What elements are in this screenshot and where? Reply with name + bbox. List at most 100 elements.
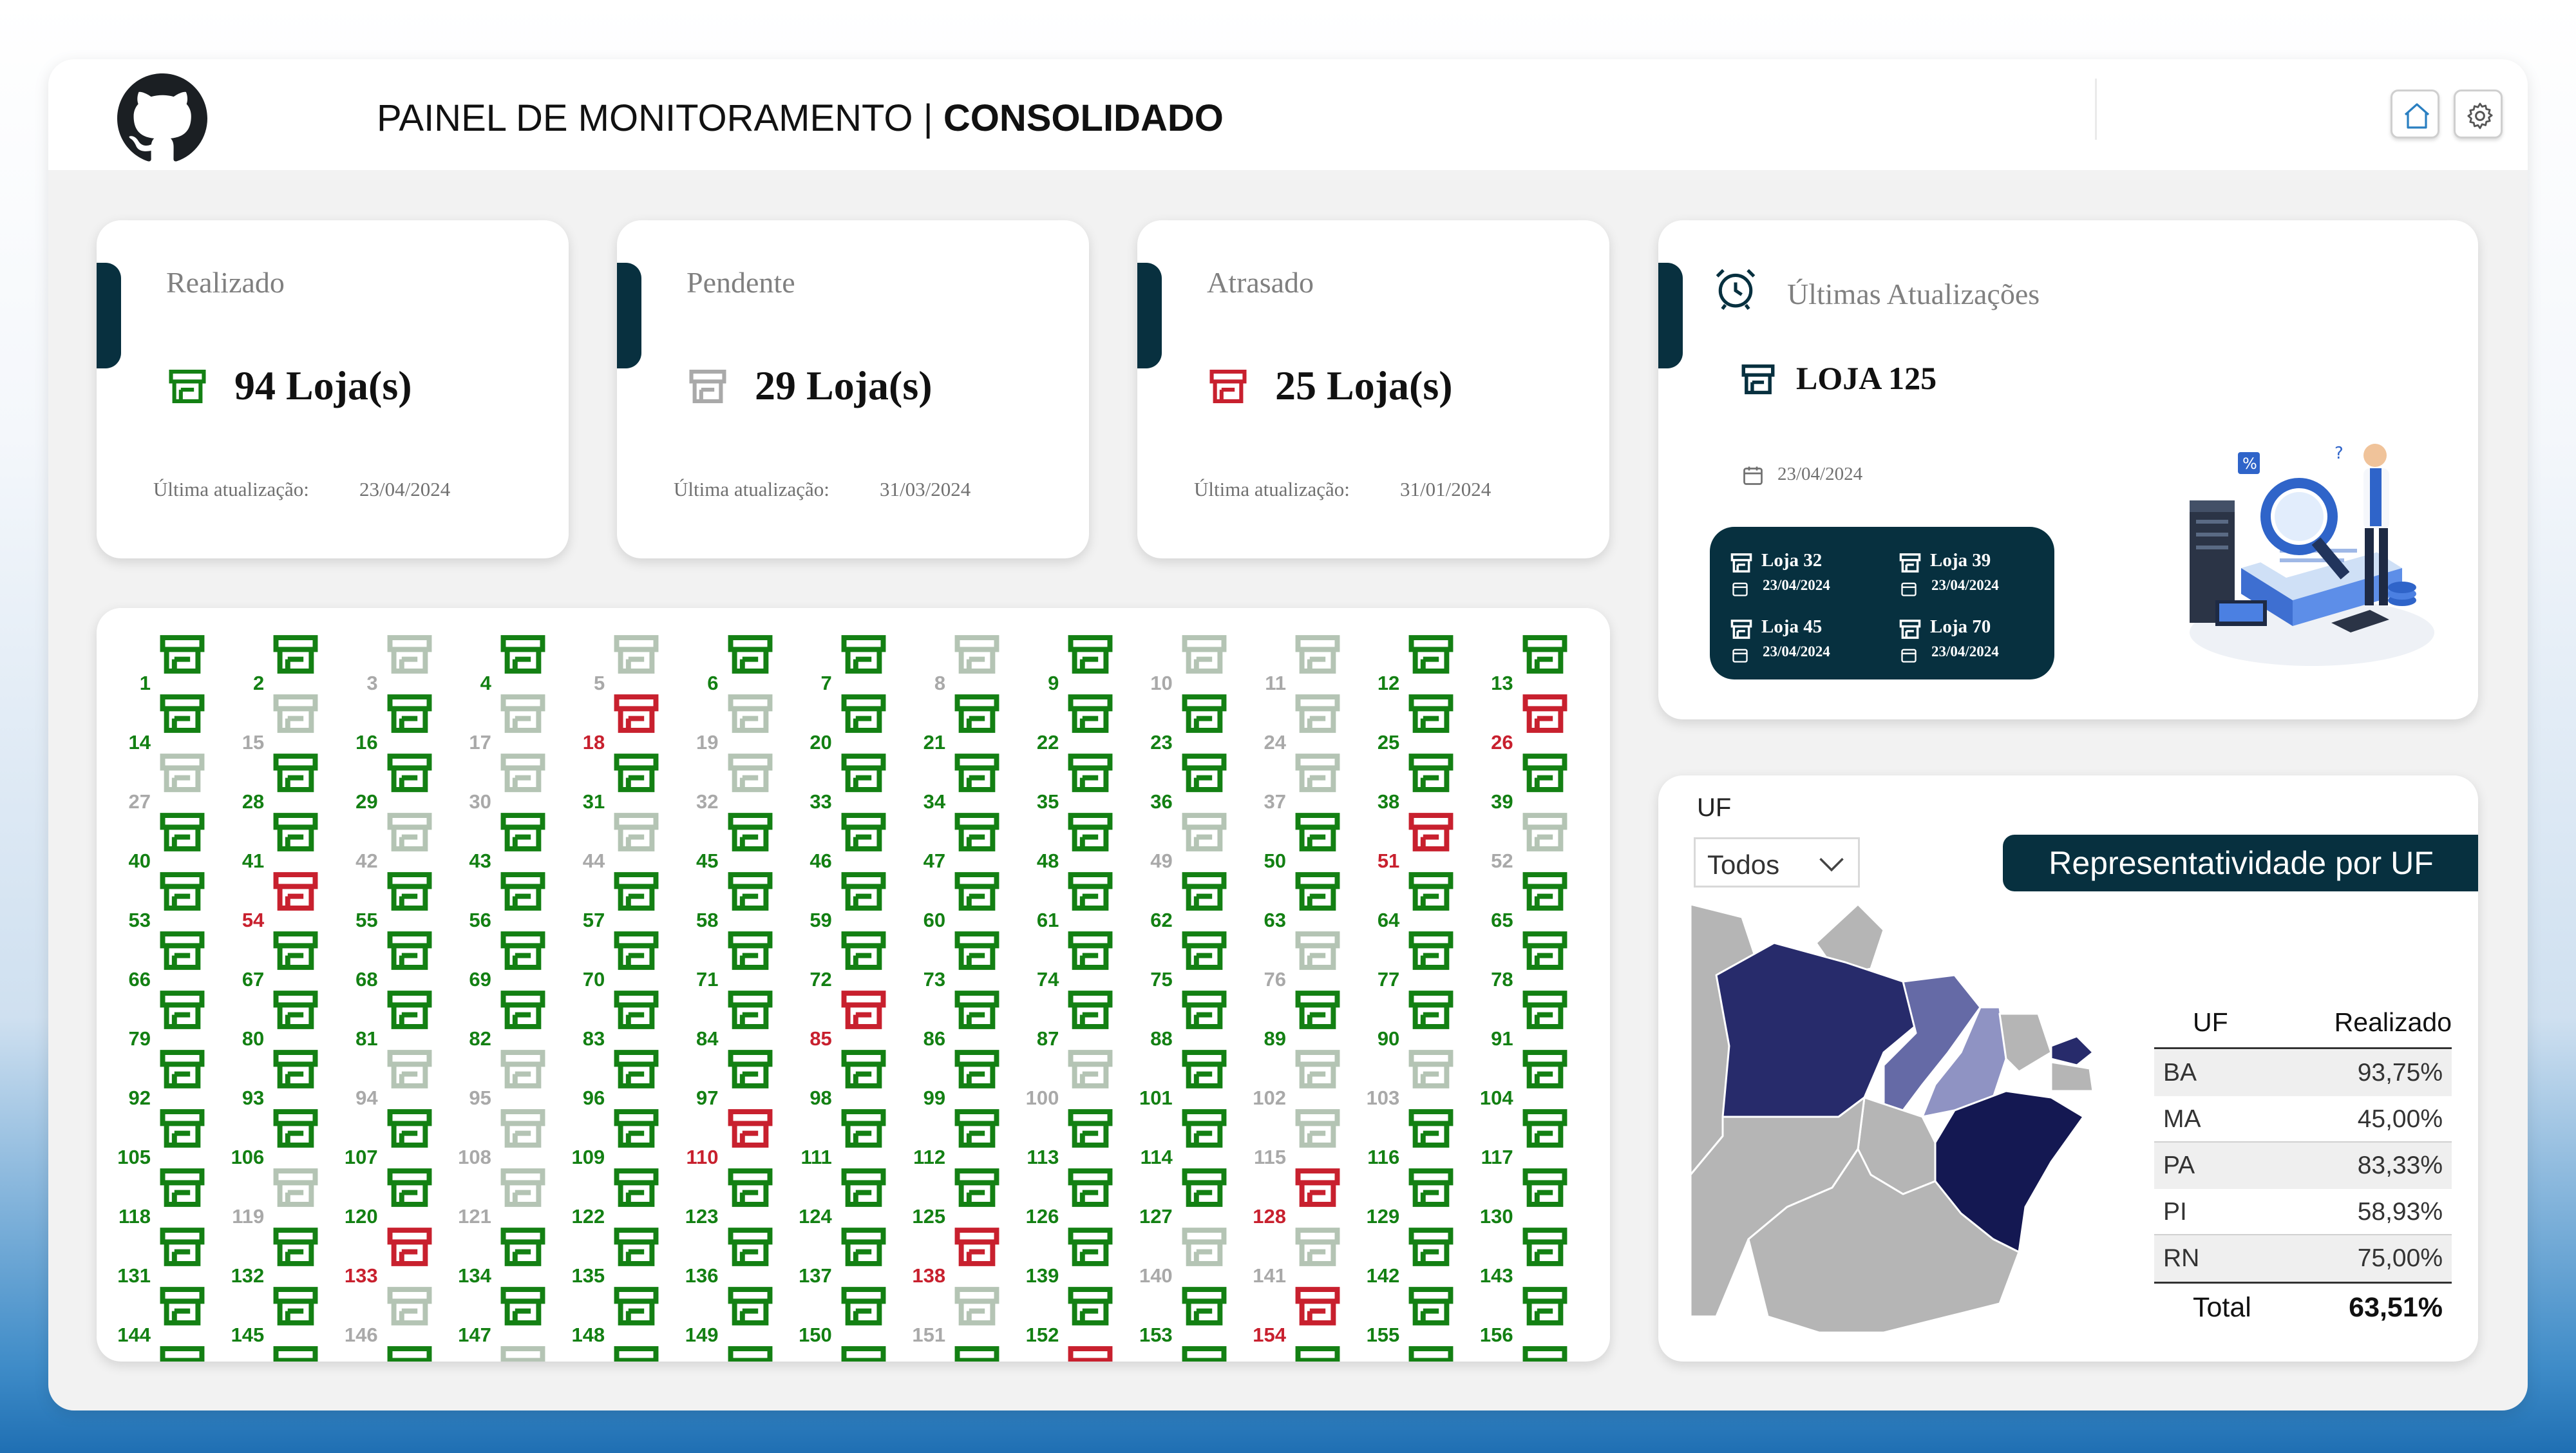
store-cell[interactable]: 129	[1358, 1167, 1472, 1226]
store-cell[interactable]: 19	[677, 693, 791, 752]
store-cell[interactable]: 15	[223, 693, 336, 752]
store-cell[interactable]: 102	[1245, 1049, 1358, 1108]
store-cell[interactable]: 113	[1018, 1108, 1131, 1167]
store-cell[interactable]: 20	[791, 693, 904, 752]
store-cell[interactable]: 104	[1472, 1049, 1586, 1108]
store-cell[interactable]: 126	[1018, 1167, 1131, 1226]
store-cell[interactable]: 117	[1472, 1108, 1586, 1167]
store-cell[interactable]: 169	[1472, 1345, 1586, 1362]
store-cell[interactable]: 33	[791, 752, 904, 812]
store-cell[interactable]: 39	[1472, 752, 1586, 812]
store-cell[interactable]: 118	[109, 1167, 223, 1226]
store-cell[interactable]: 75	[1132, 930, 1245, 989]
store-cell[interactable]: 18	[564, 693, 677, 752]
store-cell[interactable]: 158	[223, 1345, 336, 1362]
store-cell[interactable]: 34	[904, 752, 1018, 812]
store-cell[interactable]: 127	[1132, 1167, 1245, 1226]
store-cell[interactable]: 35	[1018, 752, 1131, 812]
store-cell[interactable]: 17	[450, 693, 564, 752]
store-cell[interactable]: 42	[337, 812, 450, 871]
store-cell[interactable]: 110	[677, 1108, 791, 1167]
store-cell[interactable]: 148	[564, 1286, 677, 1345]
store-cell[interactable]: 167	[1245, 1345, 1358, 1362]
store-cell[interactable]: 71	[677, 930, 791, 989]
store-cell[interactable]: 47	[904, 812, 1018, 871]
store-cell[interactable]: 27	[109, 752, 223, 812]
store-cell[interactable]: 57	[564, 871, 677, 930]
store-cell[interactable]: 60	[904, 871, 1018, 930]
store-cell[interactable]: 137	[791, 1226, 904, 1286]
store-cell[interactable]: 163	[791, 1345, 904, 1362]
store-cell[interactable]: 130	[1472, 1167, 1586, 1226]
home-button[interactable]	[2391, 90, 2439, 138]
store-cell[interactable]: 85	[791, 989, 904, 1049]
store-cell[interactable]: 9	[1018, 634, 1131, 693]
store-cell[interactable]: 92	[109, 1049, 223, 1108]
store-cell[interactable]: 164	[904, 1345, 1018, 1362]
store-cell[interactable]: 145	[223, 1286, 336, 1345]
store-cell[interactable]: 162	[677, 1345, 791, 1362]
store-cell[interactable]: 43	[450, 812, 564, 871]
store-cell[interactable]: 58	[677, 871, 791, 930]
store-cell[interactable]: 146	[337, 1286, 450, 1345]
store-cell[interactable]: 73	[904, 930, 1018, 989]
store-cell[interactable]: 52	[1472, 812, 1586, 871]
store-cell[interactable]: 116	[1358, 1108, 1472, 1167]
store-cell[interactable]: 89	[1245, 989, 1358, 1049]
store-cell[interactable]: 107	[337, 1108, 450, 1167]
store-cell[interactable]: 12	[1358, 634, 1472, 693]
store-cell[interactable]: 26	[1472, 693, 1586, 752]
store-cell[interactable]: 165	[1018, 1345, 1131, 1362]
store-cell[interactable]: 144	[109, 1286, 223, 1345]
store-cell[interactable]: 11	[1245, 634, 1358, 693]
store-cell[interactable]: 66	[109, 930, 223, 989]
store-cell[interactable]: 41	[223, 812, 336, 871]
store-cell[interactable]: 141	[1245, 1226, 1358, 1286]
store-cell[interactable]: 101	[1132, 1049, 1245, 1108]
store-cell[interactable]: 168	[1358, 1345, 1472, 1362]
store-cell[interactable]: 119	[223, 1167, 336, 1226]
store-cell[interactable]: 7	[791, 634, 904, 693]
store-cell[interactable]: 54	[223, 871, 336, 930]
store-cell[interactable]: 112	[904, 1108, 1018, 1167]
store-cell[interactable]: 108	[450, 1108, 564, 1167]
store-cell[interactable]: 55	[337, 871, 450, 930]
store-cell[interactable]: 77	[1358, 930, 1472, 989]
store-cell[interactable]: 156	[1472, 1286, 1586, 1345]
store-cell[interactable]: 38	[1358, 752, 1472, 812]
store-cell[interactable]: 98	[791, 1049, 904, 1108]
store-cell[interactable]: 121	[450, 1167, 564, 1226]
store-cell[interactable]: 99	[904, 1049, 1018, 1108]
store-cell[interactable]: 65	[1472, 871, 1586, 930]
store-cell[interactable]: 96	[564, 1049, 677, 1108]
store-cell[interactable]: 115	[1245, 1108, 1358, 1167]
store-cell[interactable]: 86	[904, 989, 1018, 1049]
store-cell[interactable]: 62	[1132, 871, 1245, 930]
store-cell[interactable]: 88	[1132, 989, 1245, 1049]
store-cell[interactable]: 32	[677, 752, 791, 812]
store-cell[interactable]: 140	[1132, 1226, 1245, 1286]
store-cell[interactable]: 29	[337, 752, 450, 812]
store-cell[interactable]: 44	[564, 812, 677, 871]
store-cell[interactable]: 70	[564, 930, 677, 989]
store-cell[interactable]: 36	[1132, 752, 1245, 812]
store-cell[interactable]: 25	[1358, 693, 1472, 752]
store-cell[interactable]: 4	[450, 634, 564, 693]
store-cell[interactable]: 79	[109, 989, 223, 1049]
store-cell[interactable]: 97	[677, 1049, 791, 1108]
store-cell[interactable]: 51	[1358, 812, 1472, 871]
store-cell[interactable]: 28	[223, 752, 336, 812]
store-cell[interactable]: 143	[1472, 1226, 1586, 1286]
store-cell[interactable]: 139	[1018, 1226, 1131, 1286]
store-cell[interactable]: 135	[564, 1226, 677, 1286]
store-cell[interactable]: 48	[1018, 812, 1131, 871]
settings-button[interactable]	[2454, 90, 2503, 138]
store-cell[interactable]: 46	[791, 812, 904, 871]
store-cell[interactable]: 23	[1132, 693, 1245, 752]
store-cell[interactable]: 5	[564, 634, 677, 693]
store-cell[interactable]: 64	[1358, 871, 1472, 930]
store-cell[interactable]: 82	[450, 989, 564, 1049]
store-cell[interactable]: 123	[677, 1167, 791, 1226]
store-cell[interactable]: 6	[677, 634, 791, 693]
store-cell[interactable]: 159	[337, 1345, 450, 1362]
